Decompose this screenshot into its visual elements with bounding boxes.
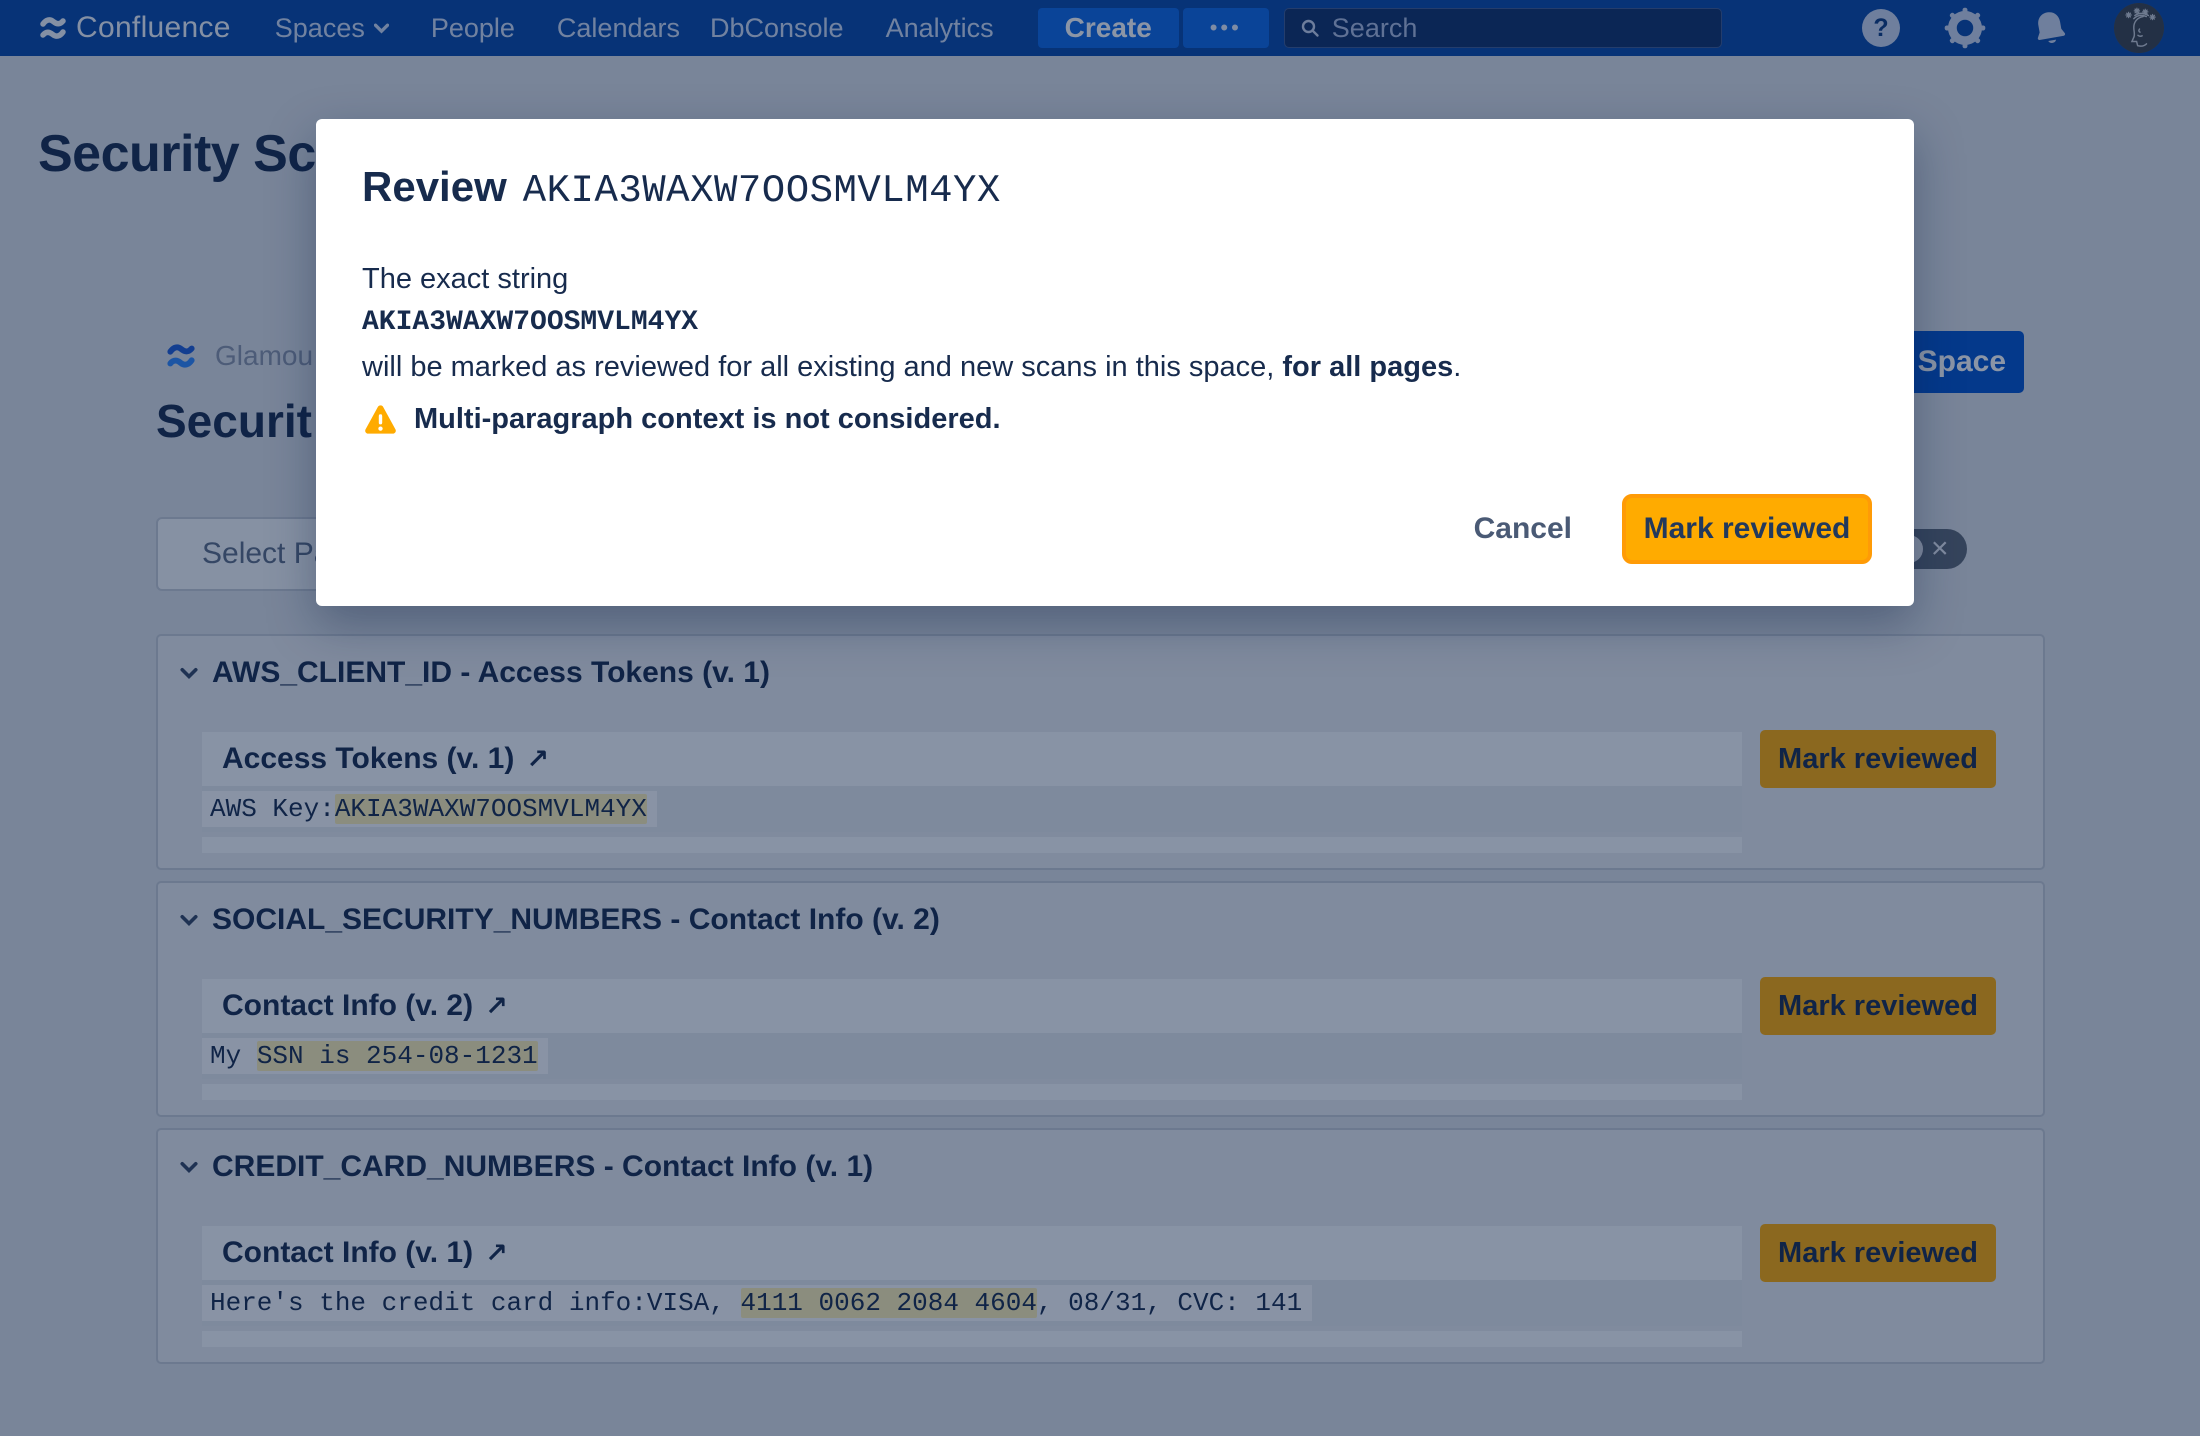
cancel-button[interactable]: Cancel — [1464, 504, 1582, 554]
secret-token: AKIA3WAXW7OOSMVLM4YX — [362, 301, 1461, 345]
review-dialog: Review AKIA3WAXW7OOSMVLM4YX The exact st… — [316, 119, 1914, 606]
screen: Confluence Spaces People Calendars DbCon… — [0, 0, 2200, 1436]
dialog-body: The exact string AKIA3WAXW7OOSMVLM4YX wi… — [362, 257, 1461, 389]
secret-token: AKIA3WAXW7OOSMVLM4YX — [523, 169, 1001, 213]
dialog-warning: Multi-paragraph context is not considere… — [362, 401, 1001, 438]
dialog-footer: Cancel Mark reviewed — [1464, 494, 1872, 564]
mark-reviewed-confirm-button[interactable]: Mark reviewed — [1622, 494, 1872, 564]
warning-triangle-icon — [362, 401, 399, 438]
dialog-title: Review AKIA3WAXW7OOSMVLM4YX — [362, 163, 1001, 213]
